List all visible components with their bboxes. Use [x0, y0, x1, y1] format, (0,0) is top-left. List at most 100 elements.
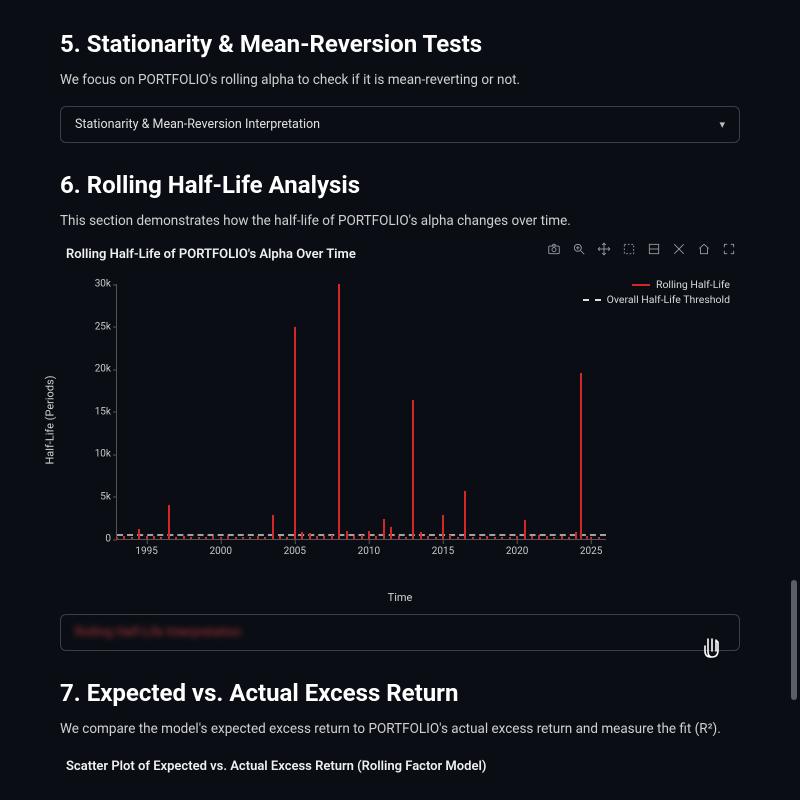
- bar: [153, 536, 155, 539]
- bar: [309, 533, 311, 539]
- bar: [286, 537, 288, 539]
- section5-desc: We focus on PORTFOLIO's rolling alpha to…: [60, 72, 740, 88]
- boxselect-icon[interactable]: [621, 241, 636, 256]
- section6-desc: This section demonstrates how the half-l…: [60, 213, 740, 229]
- ytick: 30k: [75, 279, 111, 290]
- bar: [175, 537, 177, 539]
- bar: [457, 537, 459, 539]
- chart-title-section7: Scatter Plot of Expected vs. Actual Exce…: [66, 759, 740, 774]
- bar: [494, 537, 496, 539]
- bar: [501, 537, 503, 539]
- bar: [331, 535, 333, 539]
- bar: [249, 537, 251, 539]
- bar: [323, 536, 325, 539]
- bar: [168, 505, 170, 539]
- ytick: 15k: [75, 406, 111, 417]
- plot-area[interactable]: Rolling Half-Life Overall Half-Life Thre…: [64, 270, 736, 570]
- xtick: 2010: [358, 546, 380, 557]
- legend-series1: Rolling Half-Life: [656, 278, 730, 291]
- bar: [398, 536, 400, 539]
- section7-desc: We compare the model's expected excess r…: [60, 721, 740, 737]
- zoom-icon[interactable]: [571, 241, 586, 256]
- bar: [420, 532, 422, 539]
- accordion-halflife[interactable]: Rolling Half-Life Interpretation: [60, 614, 740, 651]
- xtick: 2015: [432, 546, 454, 557]
- bar: [131, 537, 133, 539]
- bar: [546, 536, 548, 539]
- bar: [242, 537, 244, 539]
- xtick: 2025: [580, 546, 602, 557]
- bar: [272, 515, 274, 539]
- ytick: 20k: [75, 364, 111, 375]
- xtick: 2000: [209, 546, 231, 557]
- ytick: 0: [75, 534, 111, 545]
- bar: [257, 536, 259, 539]
- bar: [146, 536, 148, 539]
- bar: [568, 537, 570, 539]
- chevron-down-icon: ▾: [719, 118, 725, 131]
- bar: [353, 536, 355, 539]
- bar: [590, 537, 592, 539]
- xtick: 1995: [135, 546, 157, 557]
- halflife-chart: Rolling Half-Life of PORTFOLIO's Alpha O…: [60, 247, 740, 570]
- bar: [338, 284, 340, 539]
- autoscale-icon[interactable]: [671, 241, 686, 256]
- bar: [486, 536, 488, 539]
- bar: [220, 537, 222, 539]
- section6-heading: 6. Rolling Half-Life Analysis: [60, 171, 740, 199]
- bar: [346, 531, 348, 539]
- ytick: 25k: [75, 321, 111, 332]
- bar: [361, 535, 363, 539]
- ytick: 10k: [75, 449, 111, 460]
- accordion-stationarity[interactable]: Stationarity & Mean-Reversion Interpreta…: [60, 106, 740, 143]
- bar: [264, 537, 266, 539]
- bar: [531, 536, 533, 539]
- reset-icon[interactable]: [696, 241, 711, 256]
- fullscreen-icon[interactable]: [721, 241, 736, 256]
- bar: [383, 519, 385, 539]
- bar: [575, 532, 577, 539]
- xtick: 2020: [506, 546, 528, 557]
- bar: [190, 537, 192, 539]
- bar: [538, 535, 540, 539]
- bar: [427, 536, 429, 539]
- legend-line-icon: [632, 284, 650, 286]
- bar: [435, 537, 437, 539]
- accordion-label: Stationarity & Mean-Reversion Interpreta…: [75, 117, 320, 132]
- bar: [405, 537, 407, 539]
- lasso-icon[interactable]: [646, 241, 661, 256]
- bar: [183, 536, 185, 539]
- bar: [279, 536, 281, 539]
- bar: [205, 537, 207, 539]
- scrollbar-thumb[interactable]: [791, 580, 797, 700]
- bar: [598, 537, 600, 539]
- bar: [509, 537, 511, 539]
- bar: [516, 536, 518, 539]
- bar: [294, 327, 296, 540]
- bar: [198, 537, 200, 539]
- bar: [227, 536, 229, 539]
- bar: [580, 373, 582, 539]
- bar: [479, 537, 481, 539]
- bar: [553, 537, 555, 539]
- y-axis-label: Half-Life (Periods): [44, 375, 57, 464]
- bar: [449, 535, 451, 539]
- x-axis-label: Time: [388, 591, 413, 604]
- legend-series2: Overall Half-Life Threshold: [607, 293, 730, 306]
- scrollbar[interactable]: [790, 0, 798, 800]
- bar: [561, 536, 563, 539]
- bar: [160, 537, 162, 539]
- camera-icon[interactable]: [546, 241, 561, 256]
- bar: [524, 520, 526, 539]
- bar: [375, 536, 377, 539]
- pan-icon[interactable]: [596, 241, 611, 256]
- bar: [316, 536, 318, 539]
- bar: [123, 536, 125, 539]
- section7-heading: 7. Expected vs. Actual Excess Return: [60, 679, 740, 707]
- bar: [235, 537, 237, 539]
- bar: [472, 537, 474, 539]
- bar: [586, 536, 588, 539]
- bar: [301, 532, 303, 539]
- xtick: 2005: [284, 546, 306, 557]
- bar: [464, 491, 466, 539]
